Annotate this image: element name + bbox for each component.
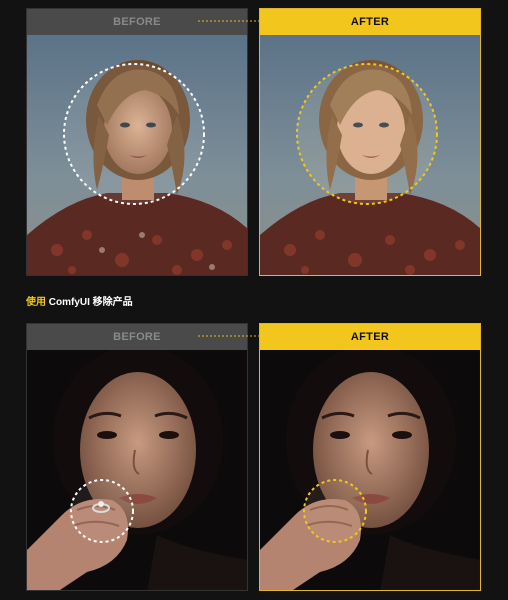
before-panel-2: BEFORE <box>26 323 248 591</box>
before-photo-2 <box>27 350 247 590</box>
dashed-circle-icon <box>63 63 205 205</box>
dashed-circle-icon <box>70 479 134 543</box>
after-photo-2 <box>260 350 480 590</box>
after-panel-2: AFTER <box>259 323 481 591</box>
section-caption: 使用 ComfyUI 移除产品 <box>26 293 133 308</box>
after-label-2: AFTER <box>260 324 480 350</box>
after-label-1: AFTER <box>260 9 480 35</box>
caption-highlight: 使用 <box>26 297 46 308</box>
dashed-circle-icon <box>303 479 367 543</box>
before-panel-1: BEFORE <box>26 8 248 276</box>
dashed-circle-icon <box>296 63 438 205</box>
after-panel-1: AFTER <box>259 8 481 276</box>
caption-text: ComfyUI 移除产品 <box>46 297 133 308</box>
